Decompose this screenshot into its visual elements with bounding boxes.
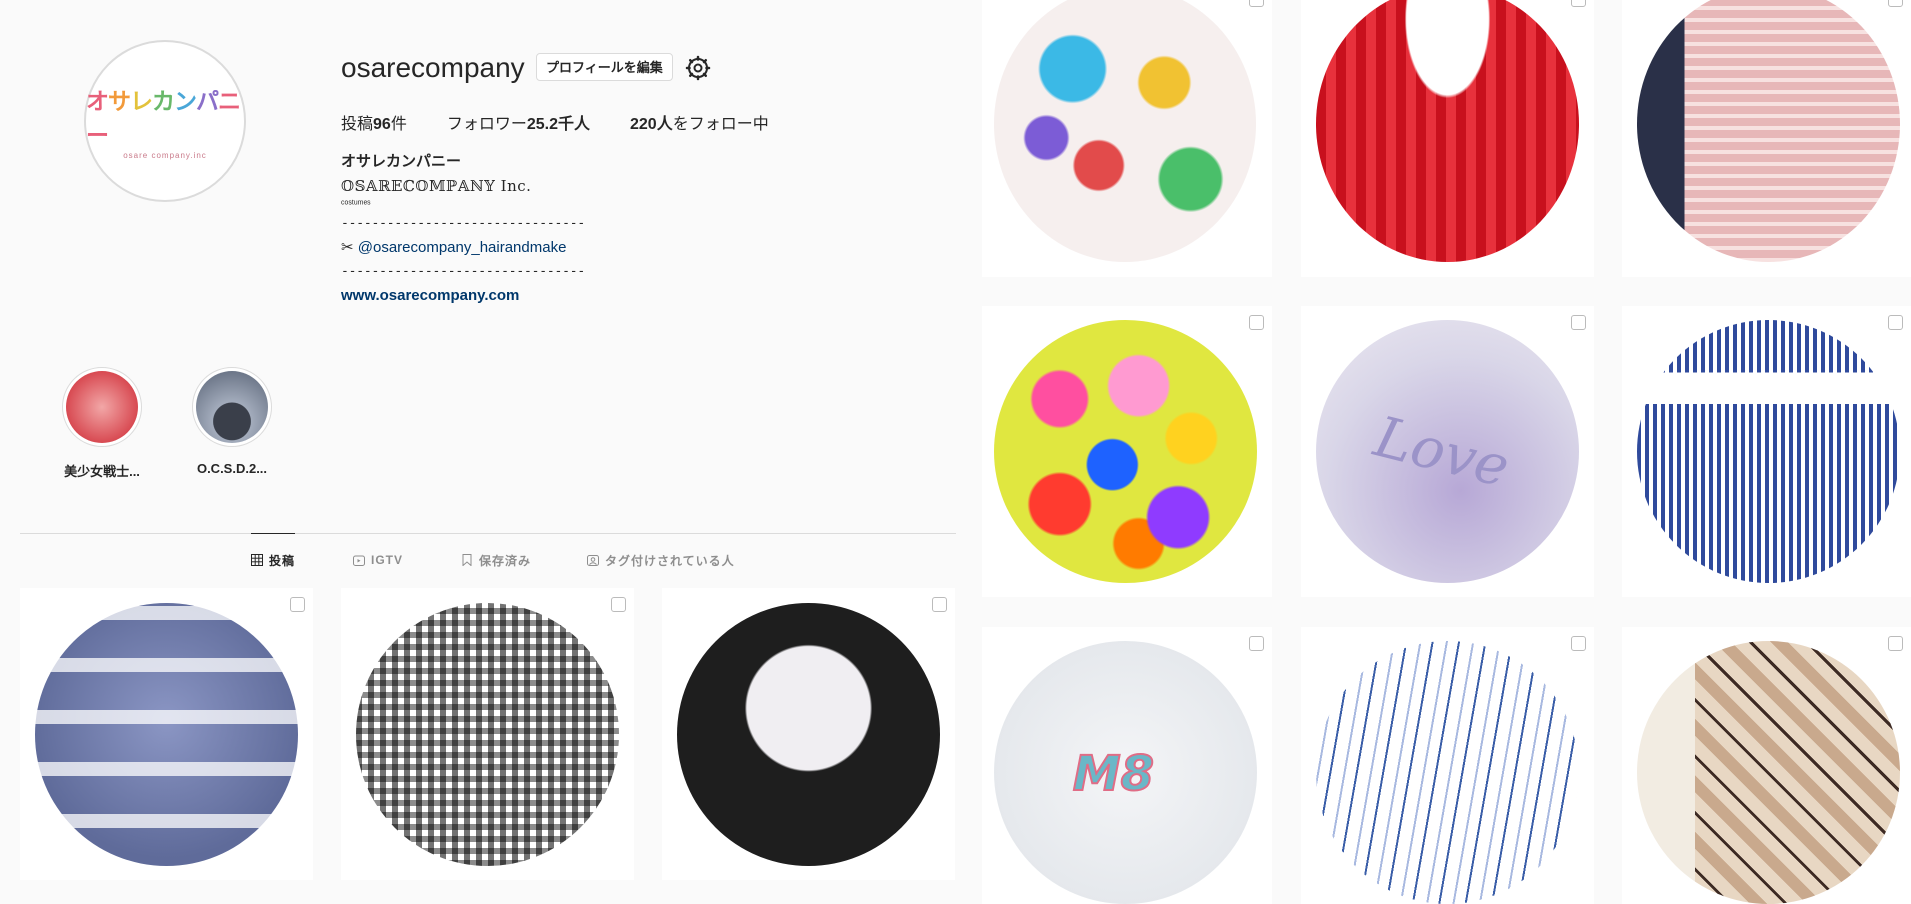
scissors-icon: ✂︎ [341,239,358,256]
post-image [1637,641,1900,904]
post-image: M8 [994,641,1257,904]
post-image [356,603,619,866]
avatar-logo-char: パ [196,89,219,115]
post-thumbnail[interactable] [341,588,634,880]
highlight-label: O.C.S.D.2... [196,461,268,476]
settings-gear-icon[interactable] [685,55,711,81]
bio-name: オサレカンパニー [341,153,462,170]
select-checkbox[interactable] [1249,315,1264,330]
avatar-logo-char: カ [152,89,175,115]
avatar-logo-char: オ [86,89,109,115]
bio-link-line: ✂︎ @osarecompany_hairandmake [341,236,841,260]
post-thumbnail[interactable] [662,588,955,880]
post-image [1637,0,1900,262]
tab-label: 保存済み [479,553,532,568]
post-image [994,0,1256,262]
post-thumbnail[interactable]: Love [1301,306,1594,597]
profile-panel: オサレカンパニー osare company.inc osarecompany … [0,0,975,904]
bio-divider: -------------------------------- [341,216,586,231]
select-checkbox[interactable] [932,597,947,612]
post-thumbnail[interactable] [1622,0,1911,277]
bookmark-icon [462,554,472,566]
post-image [1316,641,1579,904]
post-thumbnail[interactable] [982,306,1272,597]
avatar-logo-char: ン [174,89,197,115]
following-value: 220人 [630,116,673,133]
avatar-logo-char: サ [108,89,131,115]
select-checkbox[interactable] [1249,636,1264,651]
bio-costumes: ᶜᵒˢᵗᵘᵐᵉˢ [341,199,371,210]
grid-icon [251,554,263,566]
posts-count: 投稿96件 [341,110,407,134]
bio-company: 𝕆𝕊𝔸ℝ𝔼ℂ𝕆𝕄ℙ𝔸ℕ𝕐 Inc. [341,177,532,195]
profile-tabs: 投稿 IGTV 保存済み タグ付けされている人 [20,533,956,586]
tab-label: IGTV [371,553,404,567]
avatar-logo-subtitle: osare company.inc [123,151,207,160]
followers-label: フォロワー [446,116,527,133]
tab-saved[interactable]: 保存済み [461,534,531,586]
tab-label: タグ付けされている人 [605,553,735,568]
bio-website-link[interactable]: www.osarecompany.com [341,284,841,308]
profile-avatar[interactable]: オサレカンパニー osare company.inc [84,40,246,202]
story-highlight[interactable]: O.C.S.D.2... [190,367,274,476]
avatar-logo: オサレカンパニー [86,82,244,150]
avatar-logo-char: レ [130,89,153,115]
post-image: Love [1316,320,1579,583]
posts-label: 投稿 [341,116,374,133]
highlight-ring [62,367,142,447]
select-checkbox[interactable] [1888,636,1903,651]
story-highlight[interactable]: 美少女戦士... [60,367,144,480]
select-checkbox[interactable] [1249,0,1264,7]
post-thumbnail[interactable] [1301,627,1594,904]
post-image [994,320,1257,583]
post-thumbnail[interactable] [1622,306,1911,597]
post-image [35,603,298,866]
followers-value: 25.2千人 [526,116,590,133]
post-image [1316,0,1579,262]
highlight-label: 美少女戦士... [64,464,140,479]
tab-label: 投稿 [269,553,296,568]
posts-grid: Love M8 [982,0,1911,904]
profile-username: osarecompany [341,52,525,83]
select-checkbox[interactable] [611,597,626,612]
tab-tagged[interactable]: タグ付けされている人 [587,534,735,586]
love-embroidery-image: Love [1368,404,1516,501]
followers-link[interactable]: フォロワー25.2千人 [447,110,590,134]
following-label: をフォロー中 [672,116,769,133]
tab-igtv[interactable]: IGTV [353,534,403,586]
m8-embroidery-image: M8 [1072,745,1155,803]
post-thumbnail[interactable] [982,0,1272,277]
post-image [677,603,940,866]
profile-stats: 投稿96件 フォロワー25.2千人 220人をフォロー中 [341,110,809,134]
igtv-icon [353,555,365,566]
following-link[interactable]: 220人をフォロー中 [630,110,769,134]
post-thumbnail[interactable] [20,588,313,880]
select-checkbox[interactable] [1571,636,1586,651]
tab-posts[interactable]: 投稿 [251,533,296,586]
post-image [1637,320,1900,583]
highlight-thumbnail [66,371,138,443]
select-checkbox[interactable] [1888,315,1903,330]
highlight-ring [192,367,272,447]
select-checkbox[interactable] [1888,0,1903,7]
post-thumbnail[interactable] [1301,0,1594,277]
posts-unit: 件 [390,116,407,133]
bio-divider: -------------------------------- [341,264,586,279]
highlight-thumbnail [196,371,268,443]
tag-person-icon [587,555,599,566]
select-checkbox[interactable] [290,597,305,612]
bio-mention-link[interactable]: @osarecompany_hairandmake [358,239,567,256]
posts-value: 96 [373,116,391,133]
select-checkbox[interactable] [1571,315,1586,330]
profile-bio: オサレカンパニー 𝕆𝕊𝔸ℝ𝔼ℂ𝕆𝕄ℙ𝔸ℕ𝕐 Inc. ᶜᵒˢᵗᵘᵐᵉˢ ----… [341,150,841,308]
edit-profile-button[interactable]: プロフィールを編集 [536,53,673,81]
post-thumbnail[interactable] [1622,627,1911,904]
select-checkbox[interactable] [1571,0,1586,7]
post-thumbnail[interactable]: M8 [982,627,1272,904]
